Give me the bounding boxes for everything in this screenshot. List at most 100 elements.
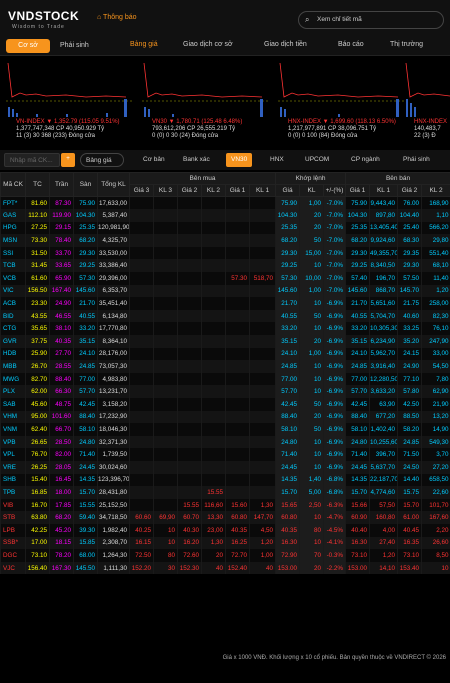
col-kl3: KL 3 bbox=[153, 184, 178, 197]
table-row[interactable]: VNM 62.40 66.70 58.10 18,046,30 58.10 50 -6.9% 5… bbox=[0, 423, 450, 436]
symbol-cell[interactable]: HDB bbox=[0, 347, 26, 361]
symbol-cell[interactable]: MWG bbox=[0, 372, 26, 386]
menu-giao-dich-co-so[interactable]: Giao dịch cơ sở bbox=[183, 41, 233, 48]
dropdown-phai-sinh[interactable]: Phái sinh bbox=[398, 153, 435, 167]
price-cell: 57.30 bbox=[225, 272, 250, 285]
table-row[interactable]: SAB 45.60 48.75 42.45 3,158,20 42.45 50 -6.9% 42… bbox=[0, 398, 450, 411]
table-row[interactable]: VPL 76.70 82.00 71.40 1,739,50 71.40 10 -6.9% 71… bbox=[0, 448, 450, 461]
table-row[interactable]: SSB* 17.00 18.15 15.85 2,308,70 16.15 10 16.20 1… bbox=[0, 536, 450, 550]
col-pct[interactable]: +/-(%) bbox=[323, 184, 347, 197]
tab-co-ban[interactable]: Cơ bản bbox=[138, 153, 170, 167]
table-row[interactable]: GAS 112.10 119.90 104.30 5,387,40 104.30 20 -7.… bbox=[0, 209, 450, 222]
symbol-cell[interactable]: VJC bbox=[0, 561, 26, 575]
index-chart-vn30[interactable]: VN30 ▼ 1,780.71 (125.48 6.48%) 793,612,2… bbox=[142, 59, 272, 143]
symbol-cell[interactable]: TCB bbox=[0, 259, 26, 273]
table-row[interactable]: VHM 95.00 101.60 88.40 17,232,90 88.40 20 -6.9%… bbox=[0, 410, 450, 424]
dropdown-bank[interactable]: Bank xác bbox=[178, 153, 215, 167]
dropdown-hnx[interactable]: HNX bbox=[265, 153, 289, 167]
symbol-cell[interactable]: VIC bbox=[0, 284, 26, 298]
symbol-cell[interactable]: VPL bbox=[0, 448, 26, 461]
symbol-cell[interactable]: SSI bbox=[0, 246, 26, 260]
price-cell: 38.10 bbox=[49, 322, 74, 336]
table-row[interactable]: TPB 16.85 18.00 15.70 28,431,80 15.55 15.70 5,0… bbox=[0, 486, 450, 499]
table-row[interactable]: SSI 31.50 33.70 29.30 33,530,00 29.30 15,00 -7.… bbox=[0, 246, 450, 260]
symbol-cell[interactable]: SAB bbox=[0, 398, 26, 411]
symbol-cell[interactable]: VIB bbox=[0, 498, 26, 512]
symbol-cell[interactable]: VHM bbox=[0, 410, 26, 424]
symbol-cell[interactable]: MSN bbox=[0, 234, 26, 247]
table-row[interactable]: ACB 23.30 24.90 21.70 35,451,40 21.70 10 -6.9% 2… bbox=[0, 297, 450, 310]
symbol-input[interactable]: Nhập mã CK... bbox=[4, 153, 60, 167]
symbol-cell[interactable]: ACB bbox=[0, 297, 26, 310]
menu-bang-gia[interactable]: Bảng giá bbox=[130, 41, 158, 48]
symbol-cell[interactable]: SHB bbox=[0, 473, 26, 487]
search-input[interactable]: ⌕ Xem chỉ tiết mã bbox=[298, 11, 444, 29]
table-row[interactable]: TCB 31.45 33.65 29.25 33,386,40 29.25 10 -7.0% 2… bbox=[0, 259, 450, 273]
menu-thi-truong[interactable]: Thị trường bbox=[390, 41, 423, 48]
table-row[interactable]: VIB 16.70 17.85 15.55 25,152,50 15.55 116,60 15… bbox=[0, 498, 450, 512]
index-chart-hnx[interactable]: HNX-INDEX ▼ 1,699.60 (118.13 6.50%) 1,21… bbox=[278, 59, 408, 143]
tab-vn30[interactable]: VN30 bbox=[226, 153, 253, 167]
index-chart-vnindex[interactable]: VN-INDEX ▼ 1,352.79 (115.05 9.51%) 1,377… bbox=[6, 59, 136, 143]
symbol-cell[interactable]: GAS bbox=[0, 209, 26, 222]
symbol-cell[interactable]: PLX bbox=[0, 385, 26, 398]
table-row[interactable]: HDB 25.90 27.70 24.10 28,176,00 24.10 1,00 -6.9… bbox=[0, 347, 450, 361]
table-row[interactable]: DGC 73.10 78.20 68.00 1,264,30 72.50 80 72.60 20… bbox=[0, 549, 450, 562]
table-row[interactable]: VCB 61.60 65.90 57.30 29,396,00 57.30 518,70 57… bbox=[0, 272, 450, 285]
notification-link[interactable]: ⌂ Thông báo bbox=[97, 14, 137, 21]
symbol-cell[interactable]: HPG bbox=[0, 221, 26, 235]
table-row[interactable]: MBB 26.70 28.55 24.85 73,057,30 24.85 10 -6.9% 2… bbox=[0, 360, 450, 373]
price-board-toggle[interactable]: Bảng giá bbox=[80, 153, 124, 167]
table-row[interactable]: MWG 82.70 88.40 77.00 4,983,80 77.00 10 -6.9% 77… bbox=[0, 372, 450, 386]
table-row[interactable]: VPB 26.65 28.50 24.80 32,371,30 24.80 10 -6.9% 2… bbox=[0, 435, 450, 449]
table-row[interactable]: LPB 42.25 45.20 39.30 1,982,40 40.25 10 40.30 23… bbox=[0, 523, 450, 537]
symbol-cell[interactable]: LPB bbox=[0, 523, 26, 537]
tab-co-so[interactable]: Cơ sở bbox=[6, 39, 50, 53]
index-chart-hnx-partial[interactable]: HNX-INDEX 140,483,7 22 (3) Đ bbox=[404, 59, 450, 143]
table-row[interactable]: SHB 15.40 16.45 14.35 123,396,70 14.35 1,40 -6.… bbox=[0, 473, 450, 487]
table-row[interactable]: PLX 62.00 66.30 57.70 13,231,70 57.70 10 -6.9% 5… bbox=[0, 385, 450, 398]
symbol-cell[interactable]: FPT* bbox=[0, 196, 26, 210]
col-tran[interactable]: Trần bbox=[49, 172, 74, 197]
col-san[interactable]: Sàn bbox=[73, 172, 98, 197]
symbol-cell[interactable]: SSB* bbox=[0, 536, 26, 550]
symbol-cell[interactable]: STB bbox=[0, 511, 26, 524]
table-row[interactable]: VJC 156.40 167.30 145.50 1,111,30 152.20 30 152… bbox=[0, 561, 450, 575]
symbol-cell[interactable]: VRE bbox=[0, 460, 26, 474]
symbol-cell[interactable]: GVR bbox=[0, 335, 26, 348]
menu-bao-cao[interactable]: Báo cáo bbox=[338, 41, 364, 48]
dropdown-upcom[interactable]: UPCOM bbox=[300, 153, 334, 167]
col-tc[interactable]: TC bbox=[25, 172, 50, 197]
dropdown-cp-nganh[interactable]: CP ngành bbox=[346, 153, 385, 167]
table-row[interactable]: GVR 37.75 40.35 35.15 8,364,10 35.15 20 -6.9% 35… bbox=[0, 335, 450, 348]
price-cell: 72.70 bbox=[225, 549, 250, 562]
price-cell: 1,111,30 bbox=[97, 561, 130, 575]
table-row[interactable]: BID 43.55 46.55 40.55 6,134,80 40.55 50 -6.9% 40… bbox=[0, 309, 450, 323]
table-row[interactable]: MSN 73.30 78.40 68.20 4,325,70 68.20 50 -7.0% 68… bbox=[0, 234, 450, 247]
symbol-cell[interactable]: VPB bbox=[0, 435, 26, 449]
table-row[interactable]: CTG 35.65 38.10 33.20 17,770,80 33.20 10 -6.9% 3… bbox=[0, 322, 450, 336]
menu-giao-dich-tien[interactable]: Giao dịch tiền bbox=[264, 41, 307, 48]
symbol-cell[interactable]: TPB bbox=[0, 486, 26, 499]
symbol-cell[interactable]: VNM bbox=[0, 423, 26, 436]
price-cell: 153.00 bbox=[275, 561, 300, 575]
col-tong-kl[interactable]: Tổng KL bbox=[97, 172, 130, 197]
logo[interactable]: VNDSTOCK bbox=[8, 9, 79, 23]
symbol-cell[interactable]: VCB bbox=[0, 272, 26, 285]
col-symbol[interactable]: Mã CK bbox=[0, 172, 26, 197]
tab-phai-sinh[interactable]: Phái sinh bbox=[54, 39, 95, 53]
price-cell: 24.80 bbox=[275, 435, 300, 449]
price-cell: 156.50 bbox=[25, 284, 50, 298]
table-row[interactable]: FPT* 81.60 87.30 75.90 17,633,00 75.90 1,00 -7.… bbox=[0, 196, 450, 210]
symbol-cell[interactable]: BID bbox=[0, 309, 26, 323]
symbol-cell[interactable]: CTG bbox=[0, 322, 26, 336]
table-row[interactable]: VIC 156.50 167.40 145.60 6,353,70 145.60 1,00-… bbox=[0, 284, 450, 298]
table-row[interactable]: HPG 27.25 29.15 25.35 120,981,90 25.35 20 -7.0%… bbox=[0, 221, 450, 235]
symbol-cell[interactable]: MBB bbox=[0, 360, 26, 373]
table-row[interactable]: STB 63.80 68.20 59.40 34,718,50 60.60 69,90 60.… bbox=[0, 511, 450, 524]
price-cell: 22,60 bbox=[421, 486, 450, 499]
table-row[interactable]: VRE 26.25 28.05 24.45 30,024,60 24.45 10 -6.9% 2… bbox=[0, 460, 450, 474]
price-cell bbox=[201, 372, 226, 386]
add-symbol-button[interactable]: + bbox=[61, 153, 75, 167]
symbol-cell[interactable]: DGC bbox=[0, 549, 26, 562]
